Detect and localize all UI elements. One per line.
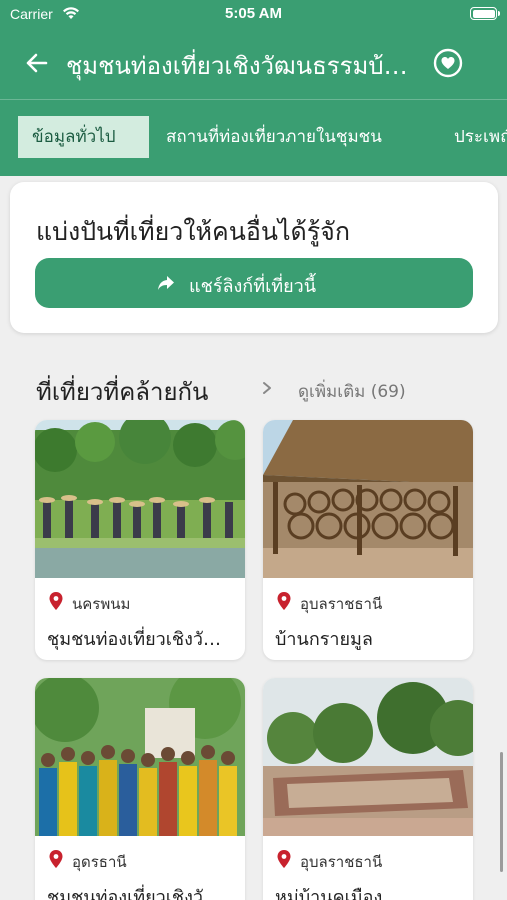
place-photo: [35, 678, 245, 836]
tab-general-info[interactable]: ข้อมูลทั่วไป: [18, 116, 149, 158]
share-button-label: แชร์ลิงก์ที่เที่ยวนี้: [189, 276, 317, 297]
place-card[interactable]: อุบลราชธานี หมู่บ้านคเมือง: [263, 678, 473, 900]
place-card[interactable]: อุบลราชธานี บ้านกรายมูล: [263, 420, 473, 660]
card-province: อุบลราชธานี: [300, 595, 383, 613]
location-pin-icon: [277, 850, 291, 868]
see-more-link[interactable]: ดูเพิ่มเติม (69): [298, 378, 406, 405]
card-name: หมู่บ้านคเมือง: [275, 887, 383, 900]
place-photo: [263, 678, 473, 836]
card-name: ชุมชนท่องเที่ยวเชิงวัฒนธรรม: [47, 629, 235, 650]
battery-icon: [470, 7, 500, 20]
scrollbar[interactable]: [500, 752, 503, 872]
card-province: นครพนม: [72, 595, 131, 613]
card-province: อุบลราชธานี: [300, 853, 383, 871]
tab-bar: ข้อมูลทั่วไป สถานที่ท่องเที่ยวภายในชุมชน…: [0, 100, 507, 176]
place-photo: [263, 420, 473, 578]
location-pin-icon: [49, 850, 63, 868]
share-link-button[interactable]: แชร์ลิงก์ที่เที่ยวนี้: [35, 258, 473, 308]
clock: 5:05 AM: [225, 5, 282, 22]
place-card[interactable]: อุดรธานี ชุมชนท่องเที่ยวเชิงวัฒนธรรม: [35, 678, 245, 900]
share-title: แบ่งปันที่เที่ยวให้คนอื่นได้รู้จัก: [36, 217, 350, 246]
heart-icon[interactable]: [432, 47, 464, 79]
nav-bar: ชุมชนท่องเที่ยวเชิงวัฒนธรรมบ้านนาหว้า: [0, 28, 507, 100]
page-title: ชุมชนท่องเที่ยวเชิงวัฒนธรรมบ้านนาหว้า: [66, 52, 416, 80]
place-photo: [35, 420, 245, 578]
chevron-right-icon: [263, 382, 271, 394]
card-name: ชุมชนท่องเที่ยวเชิงวัฒนธรรม: [47, 887, 235, 900]
app-header: Carrier 5:05 AM ชุมชนท่องเที่ยวเชิงวัฒนธ…: [0, 0, 507, 176]
share-card: แบ่งปันที่เที่ยวให้คนอื่นได้รู้จัก แชร์ล…: [10, 182, 498, 333]
share-icon: [158, 276, 174, 290]
tab-attractions[interactable]: สถานที่ท่องเที่ยวภายในชุมชน: [152, 116, 396, 158]
card-province: อุดรธานี: [72, 853, 127, 871]
location-pin-icon: [49, 592, 63, 610]
card-name: บ้านกรายมูล: [275, 629, 373, 650]
similar-section-title: ที่เที่ยวที่คล้ายกัน: [36, 378, 209, 406]
tab-traditions[interactable]: ประเพณี: [440, 116, 507, 158]
status-bar: Carrier 5:05 AM: [0, 0, 507, 28]
place-card[interactable]: นครพนม ชุมชนท่องเที่ยวเชิงวัฒนธรรม: [35, 420, 245, 660]
location-pin-icon: [277, 592, 291, 610]
back-arrow-icon[interactable]: [22, 48, 52, 78]
